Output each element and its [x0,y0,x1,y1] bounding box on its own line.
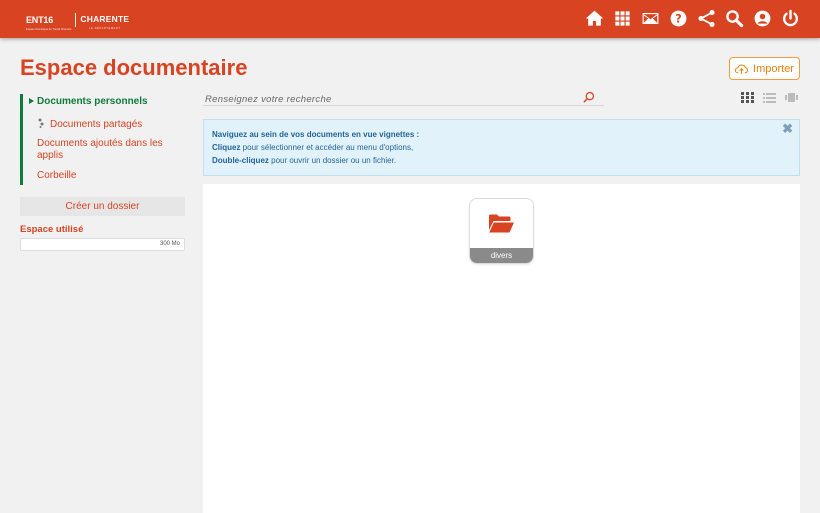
svg-text:?: ? [675,12,681,25]
shared-icon [38,118,44,128]
sidebar-item-corbeille[interactable]: Corbeille [37,170,76,182]
top-nav-icons: ? [584,8,800,28]
logo-ent-text: ENT16 [26,14,54,25]
search-input[interactable] [203,91,573,108]
logo-separator [75,13,77,27]
sidebar-item-documents-partages[interactable]: Documents partagés [50,119,142,131]
top-bar: ENT16 Espace Numérique de Travail Charen… [0,0,820,38]
list-view-icon[interactable] [763,92,776,103]
search-icon[interactable] [583,91,595,103]
cloud-upload-icon [735,64,749,74]
logo-name-text: CHARENTE [80,14,130,24]
folder-open-icon [489,214,514,233]
ent-logo[interactable]: ENT16 Espace Numérique de Travail Charen… [26,12,130,31]
mail-icon[interactable] [640,8,660,28]
sidebar-item-documents-applis[interactable]: Documents ajoutés dans les applis [37,138,177,162]
help-icon[interactable]: ? [668,8,688,28]
active-caret-icon [29,98,34,104]
import-button[interactable]: Importer [729,57,800,80]
view-switch [741,92,798,103]
home-icon[interactable] [584,8,604,28]
import-button-label: Importer [753,62,794,75]
space-used-label: Espace utilisé [20,224,84,235]
folder-item[interactable]: divers [469,198,534,264]
info-line-3-bold: Double-cliquez [212,156,269,165]
share-icon[interactable] [696,8,716,28]
info-line-1: Naviguez au sein de vos documents en vue… [212,130,420,139]
search-icon[interactable] [724,8,744,28]
search-bar [203,89,604,108]
apps-grid-icon[interactable] [612,8,632,28]
info-line-2-bold: Cliquez [212,143,241,152]
user-icon[interactable] [752,8,772,28]
space-used-bar: 300 Mo [20,238,185,251]
create-folder-button[interactable]: Créer un dossier [20,197,185,216]
info-line-2: pour sélectionner et accéder au menu d'o… [240,143,414,152]
info-line-3: pour ouvrir un dossier ou un fichier. [268,156,397,165]
info-banner: Naviguez au sein de vos documents en vue… [203,119,800,176]
power-icon[interactable] [780,8,800,28]
documents-area: divers [203,184,800,513]
thumbnail-view-icon[interactable] [741,92,754,103]
sidebar-item-documents-personnels[interactable]: Documents personnels [37,96,148,108]
space-used-value: 300 Mo [159,241,180,247]
page-title: Espace documentaire [20,55,248,80]
folder-name: divers [470,248,533,263]
logo-tagline: LE DÉPARTEMENT [89,27,121,30]
logo-sub-text: Espace Numérique de Travail Charente [26,27,72,31]
close-icon[interactable]: ✖ [782,122,793,135]
carousel-view-icon[interactable] [785,92,798,103]
sidebar-nav: Documents personnels Documents partagés … [20,94,185,185]
